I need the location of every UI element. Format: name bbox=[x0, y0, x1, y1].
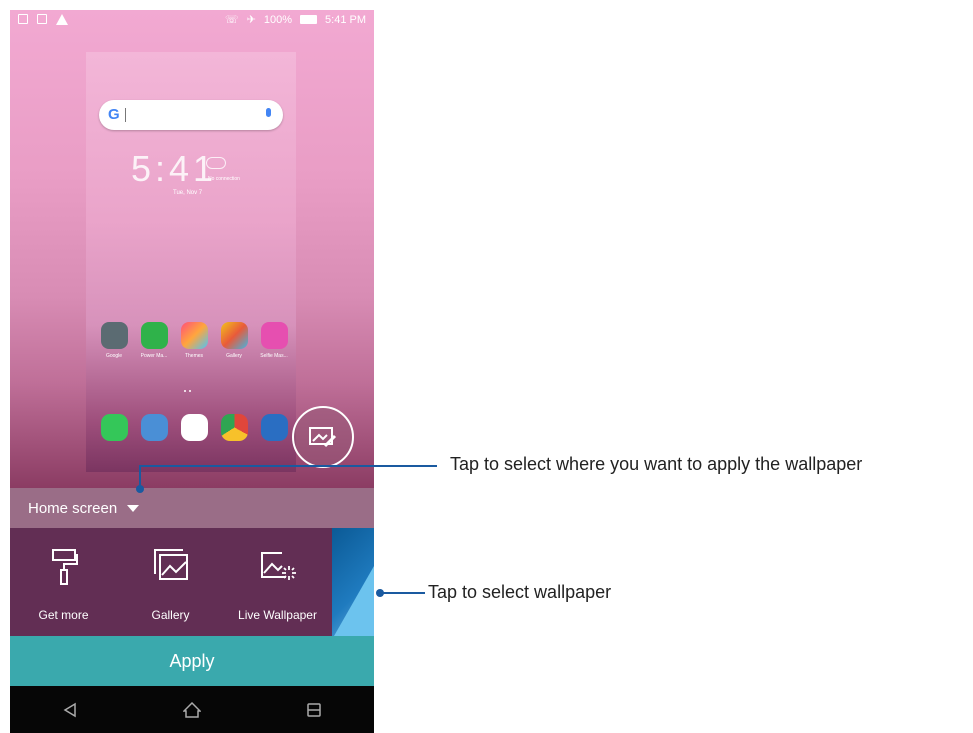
selfie-master-icon bbox=[260, 322, 288, 349]
dock-phone bbox=[96, 414, 132, 441]
cloud-icon bbox=[206, 157, 226, 169]
page-indicator bbox=[184, 390, 191, 392]
battery-icon bbox=[300, 15, 318, 24]
app-label: Themes bbox=[184, 353, 204, 359]
option-label: Get more bbox=[38, 608, 89, 622]
dock-messages bbox=[136, 414, 172, 441]
edit-wallpaper-button[interactable] bbox=[292, 406, 354, 468]
callout-line bbox=[382, 592, 425, 594]
airplane-icon: ✈ bbox=[246, 14, 256, 26]
wallpaper-thumbnail[interactable] bbox=[332, 528, 374, 636]
app-google: Google bbox=[96, 322, 132, 359]
phone-screen: ☏ ✈ 100% 5:41 PM G 5:41 Tue, Nov 7 No co… bbox=[10, 10, 374, 733]
callout-apply-where: Tap to select where you want to apply th… bbox=[450, 454, 863, 474]
app-gallery: Gallery bbox=[216, 322, 252, 359]
home-icon[interactable] bbox=[182, 701, 201, 718]
power-master-icon bbox=[140, 322, 168, 349]
app-power-master: Power Ma... bbox=[136, 322, 172, 359]
app-label: Gallery bbox=[226, 353, 242, 359]
dock-camera bbox=[256, 414, 292, 441]
google-logo: G bbox=[108, 106, 120, 123]
edit-image-icon bbox=[309, 427, 337, 448]
dock-chrome bbox=[216, 414, 252, 441]
back-icon[interactable] bbox=[62, 702, 78, 718]
dropdown-label: Home screen bbox=[28, 499, 118, 517]
get-more-button[interactable]: Get more bbox=[10, 528, 117, 636]
apply-location-dropdown[interactable]: Home screen bbox=[10, 488, 374, 528]
app-selfie-master: Selfie Mas... bbox=[256, 322, 292, 359]
callout-line bbox=[139, 465, 437, 467]
dock-row bbox=[96, 414, 292, 441]
camera-icon bbox=[260, 414, 288, 441]
app-label: Google bbox=[105, 353, 123, 359]
image-notification-icon bbox=[18, 14, 28, 24]
battery-percent: 100% bbox=[263, 13, 293, 26]
home-screen-preview[interactable]: G 5:41 Tue, Nov 7 No connection Google P… bbox=[86, 52, 296, 472]
navigation-bar bbox=[10, 686, 374, 733]
google-folder-icon bbox=[100, 322, 128, 349]
image-notification-icon bbox=[37, 14, 47, 24]
messages-icon bbox=[140, 414, 168, 441]
dock-play-store bbox=[176, 414, 212, 441]
callout-select-wallpaper: Tap to select wallpaper bbox=[428, 582, 612, 602]
preview-date: Tue, Nov 7 bbox=[173, 190, 203, 196]
option-label: Gallery bbox=[151, 608, 190, 622]
chrome-icon bbox=[220, 414, 248, 441]
gallery-icon bbox=[153, 549, 188, 580]
apply-button[interactable]: Apply bbox=[10, 636, 374, 686]
wallpaper-options: Get more Gallery Live Wallpaper bbox=[10, 528, 374, 636]
live-wallpaper-button[interactable]: Live Wallpaper bbox=[224, 528, 331, 636]
google-search-bar: G bbox=[99, 100, 283, 130]
callout-dot bbox=[136, 485, 144, 493]
wifi-calling-icon: ☏ bbox=[224, 14, 239, 26]
gallery-app-icon bbox=[220, 322, 248, 349]
play-store-icon bbox=[180, 414, 208, 441]
mic-icon bbox=[266, 108, 271, 117]
themes-icon bbox=[180, 322, 208, 349]
paint-roller-icon bbox=[51, 549, 78, 585]
app-label: Power Ma... bbox=[140, 353, 168, 359]
recents-icon[interactable] bbox=[306, 702, 322, 718]
app-icons-row: Google Power Ma... Themes Gallery Selfie… bbox=[96, 322, 292, 359]
live-wallpaper-icon bbox=[260, 552, 296, 580]
weather-status: No connection bbox=[208, 176, 240, 182]
status-time: 5:41 PM bbox=[325, 13, 366, 26]
gallery-button[interactable]: Gallery bbox=[117, 528, 224, 636]
status-bar: ☏ ✈ 100% 5:41 PM bbox=[10, 10, 374, 32]
option-label: Live Wallpaper bbox=[238, 608, 317, 622]
text-cursor bbox=[125, 108, 126, 122]
dropdown-arrow-icon bbox=[127, 504, 140, 512]
app-label: Selfie Mas... bbox=[260, 353, 288, 359]
app-themes: Themes bbox=[176, 322, 212, 359]
phone-icon bbox=[100, 414, 128, 441]
warning-icon bbox=[56, 14, 68, 25]
preview-clock: 5:41 bbox=[131, 148, 218, 189]
